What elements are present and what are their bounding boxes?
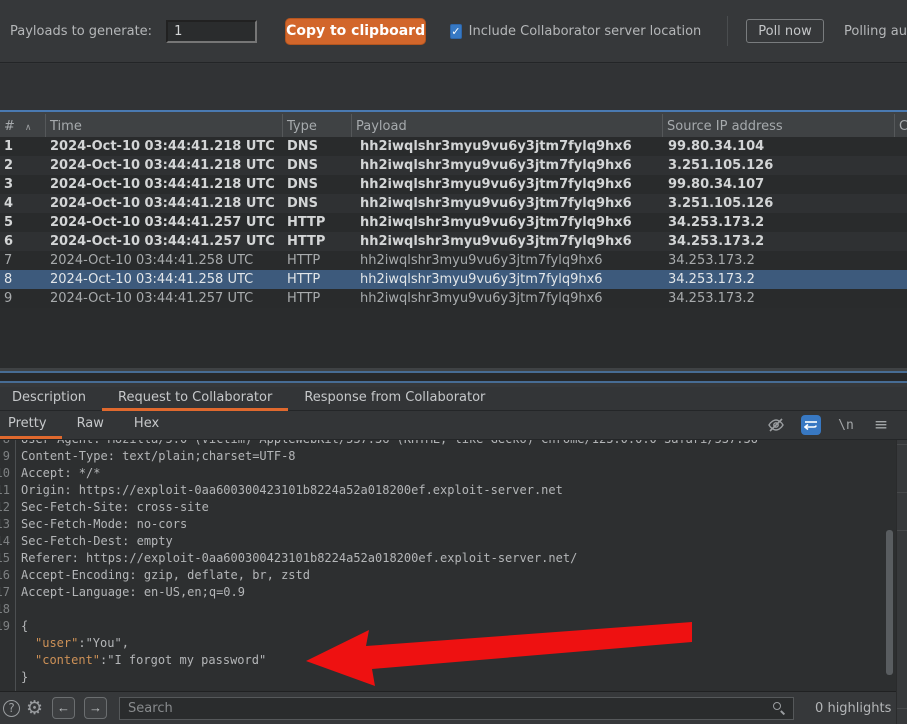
table-row-selected[interactable]: 82024-Oct-10 03:44:41.258 UTCHTTPhh2iwql… [0,270,907,289]
request-line: 13Sec-Fetch-Mode: no-cors [0,516,896,533]
previous-match-button[interactable]: ← [52,697,75,719]
tab-pretty[interactable]: Pretty [0,411,62,439]
column-header-type[interactable]: Type [283,114,352,139]
right-marker-strip[interactable] [896,440,907,724]
detail-tab-bar: Description Request to Collaborator Resp… [0,387,907,411]
request-editor[interactable]: 8User-Agent: Mozilla/5.0 (Victim) AppleW… [0,440,896,691]
include-server-location-label: Include Collaborator server location [469,24,702,39]
column-header-payload[interactable]: Payload [352,114,663,139]
request-line: 12Sec-Fetch-Site: cross-site [0,499,896,516]
table-row[interactable]: 12024-Oct-10 03:44:41.218 UTCDNShh2iwqls… [0,137,907,156]
request-line: 17Accept-Language: en-US,en;q=0.9 [0,584,896,601]
request-line: 8User-Agent: Mozilla/5.0 (Victim) AppleW… [0,440,896,448]
column-header-time[interactable]: Time [46,114,283,139]
hide-highlights-eye-off-icon[interactable] [766,415,786,435]
request-line: 9Content-Type: text/plain;charset=UTF-8 [0,448,896,465]
poll-now-button[interactable]: Poll now [746,19,824,43]
column-header-comment-clipped[interactable]: C [895,114,907,139]
column-header-number[interactable]: #∧ [0,114,46,139]
table-row[interactable]: 72024-Oct-10 03:44:41.258 UTCHTTPhh2iwql… [0,251,907,270]
request-line: 18 [0,601,896,618]
tab-description[interactable]: Description [0,387,102,410]
search-status-bar: ? ⚙ ← → 0 highlights [0,691,896,724]
toolbar-divider [727,16,728,46]
sort-ascending-icon: ∧ [25,123,32,133]
copy-to-clipboard-button[interactable]: Copy to clipboard [285,18,426,45]
search-input[interactable] [119,697,794,720]
table-row[interactable]: 22024-Oct-10 03:44:41.218 UTCDNShh2iwqls… [0,156,907,175]
show-newlines-icon[interactable]: \n [836,415,856,435]
table-row[interactable]: 42024-Oct-10 03:44:41.218 UTCDNShh2iwqls… [0,194,907,213]
payloads-count-input[interactable] [166,20,257,43]
column-header-source-ip[interactable]: Source IP address [663,114,895,139]
table-row[interactable]: 92024-Oct-10 03:44:41.257 UTCHTTPhh2iwql… [0,289,907,308]
tab-raw[interactable]: Raw [62,411,119,439]
request-line: 15Referer: https://exploit-0aa6003004231… [0,550,896,567]
tab-response-from-collaborator[interactable]: Response from Collaborator [288,387,501,410]
editor-view-tab-bar: Pretty Raw Hex \n ≡ [0,411,907,440]
editor-menu-icon[interactable]: ≡ [871,415,891,435]
table-row[interactable]: 32024-Oct-10 03:44:41.218 UTCDNShh2iwqls… [0,175,907,194]
empty-panel [0,64,907,110]
json-body-line: "user":"You", [0,635,896,652]
help-icon[interactable]: ? [3,700,20,717]
table-row[interactable]: 52024-Oct-10 03:44:41.257 UTCHTTPhh2iwql… [0,213,907,232]
collaborator-toolbar: Payloads to generate: Copy to clipboard … [0,0,907,63]
tab-request-to-collaborator[interactable]: Request to Collaborator [102,387,288,410]
interactions-table: 12024-Oct-10 03:44:41.218 UTCDNShh2iwqls… [0,137,907,368]
highlights-count: 0 highlights [815,701,891,716]
json-body-line: "content":"I forgot my password" [0,652,896,669]
polling-auto-label: Polling au [844,24,907,39]
payloads-to-generate-label: Payloads to generate: [10,24,152,39]
json-body-line: } [0,669,896,686]
gear-icon[interactable]: ⚙ [26,699,43,718]
include-server-location-checkbox[interactable]: ✓ [450,24,462,39]
search-icon [773,702,786,715]
panel-splitter[interactable] [0,368,907,387]
next-match-button[interactable]: → [84,697,107,719]
editor-scrollbar-thumb[interactable] [886,530,893,675]
request-line: 16Accept-Encoding: gzip, deflate, br, zs… [0,567,896,584]
request-line: 11Origin: https://exploit-0aa60030042310… [0,482,896,499]
request-line: 14Sec-Fetch-Dest: empty [0,533,896,550]
table-header: #∧ Time Type Payload Source IP address C [0,110,907,137]
request-line: 19{ [0,618,896,635]
request-line: 10Accept: */* [0,465,896,482]
tab-hex[interactable]: Hex [119,411,174,439]
table-row[interactable]: 62024-Oct-10 03:44:41.257 UTCHTTPhh2iwql… [0,232,907,251]
word-wrap-icon[interactable] [801,415,821,435]
